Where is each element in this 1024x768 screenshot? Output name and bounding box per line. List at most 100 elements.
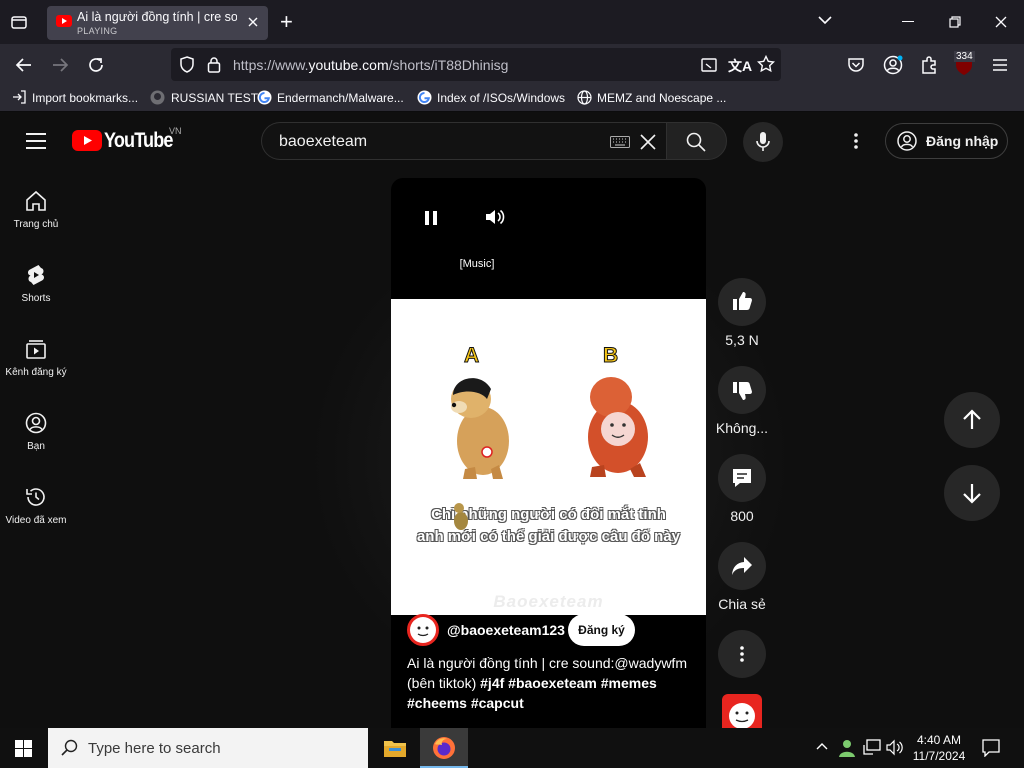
clock-time: 4:40 AM [916,733,962,747]
sidebar-item-shorts[interactable]: Shorts [0,263,72,304]
region-code: VN [169,126,182,136]
list-all-tabs-icon[interactable] [818,15,832,25]
show-hidden-icons-icon[interactable] [816,742,828,750]
history-icon [24,485,48,509]
subscriptions-icon [24,337,48,361]
taskbar-search-box[interactable]: Type here to search [48,728,368,768]
meme-label-b: B [602,344,619,368]
keyboard-icon[interactable] [610,136,630,148]
tab-overview-icon[interactable] [10,13,28,31]
comment-icon [732,468,752,488]
url-bar[interactable]: https://www.youtube.com/shorts/iT88Dhini… [171,48,781,81]
comments-button[interactable] [718,454,766,502]
sound-thumbnail[interactable] [722,694,762,728]
sidebar-item-home[interactable]: Trang chủ [0,189,72,230]
google-icon [417,90,432,105]
sidebar-item-label: Video đã xem [5,515,67,526]
search-button[interactable] [666,122,727,160]
next-short-button[interactable] [944,465,1000,521]
clock-date: 11/7/2024 [912,749,966,763]
search-icon [686,132,706,152]
restore-icon[interactable] [949,16,961,28]
guide-menu-icon[interactable] [26,133,46,149]
video-frame: A B Chỉ những người có đôi mắt tinh anh … [391,299,706,615]
tab-youtube-short[interactable]: Ai là người đồng tính | cre sound:@wadyw… [47,6,268,40]
account-icon[interactable] [883,55,903,75]
share-label: Chia sẻ [718,596,766,612]
google-icon [257,90,272,105]
reader-view-icon[interactable] [701,57,717,73]
back-icon[interactable] [15,56,33,74]
more-actions-button[interactable] [718,630,766,678]
firefox-taskbar-button[interactable] [420,728,468,768]
notifications-icon[interactable] [982,739,1000,757]
previous-short-button[interactable] [944,392,1000,448]
reload-icon[interactable] [87,56,105,74]
sidebar-item-label: Bạn [27,441,45,452]
pause-icon[interactable] [424,210,438,226]
browser-tab-bar: Ai là người đồng tính | cre sound:@wadyw… [0,0,1024,44]
lock-icon[interactable] [207,56,221,73]
clear-search-icon[interactable] [639,133,657,151]
sidebar-item-you[interactable]: Bạn [0,411,72,452]
sidebar-item-subscriptions[interactable]: Kênh đăng ký [0,337,72,378]
bookmark-import[interactable]: Import bookmarks... [12,90,138,105]
channel-name[interactable]: @baoexeteam123 [447,622,565,638]
like-count: 5,3 N [725,332,759,348]
search-icon [61,739,78,756]
youtube-favicon-icon [56,15,72,27]
sign-in-button[interactable]: Đăng nhập [885,123,1008,159]
microphone-icon [756,132,770,152]
user-status-icon[interactable] [838,738,856,758]
extensions-icon[interactable] [920,55,938,75]
video-caption: [Music] [459,258,495,270]
tracking-protection-icon[interactable] [179,56,195,73]
share-button[interactable] [718,542,766,590]
shorts-player[interactable]: [Music] A B Chỉ những người có đôi mắt t… [391,178,706,728]
tab-close-icon[interactable] [247,16,259,28]
network-icon[interactable] [863,739,881,756]
forward-icon[interactable] [51,56,69,74]
bookmark-star-icon[interactable] [757,55,775,73]
windows-taskbar: Type here to search 4:40 AM 11/7/2024 [0,728,1024,768]
bookmark-endermanch[interactable]: Endermanch/Malware... [257,90,404,105]
arrow-up-icon [961,409,983,431]
subscribe-button[interactable]: Đăng ký [568,614,635,646]
like-button[interactable] [718,278,766,326]
search-box[interactable]: baoexeteam [261,122,666,160]
search-input[interactable]: baoexeteam [279,133,367,151]
voice-search-button[interactable] [743,122,783,162]
channel-avatar[interactable] [407,614,439,646]
ublock-count-badge: 334 [954,51,975,62]
tab-playing-status: PLAYING [77,26,118,36]
settings-more-icon[interactable] [854,133,858,149]
app-menu-icon[interactable] [992,58,1008,72]
short-description[interactable]: Ai là người đồng tính | cre sound:@wadyw… [407,653,697,713]
bookmark-russian-test[interactable]: RUSSIAN TEST [150,90,258,105]
volume-icon[interactable] [485,208,505,226]
share-icon [731,556,753,576]
pocket-icon[interactable] [847,56,865,74]
volume-tray-icon[interactable] [886,739,904,756]
bookmark-memz[interactable]: MEMZ and Noescape ... [577,90,726,105]
video-subtitle-line2: anh mới có thể giải được câu đố này [416,528,681,545]
dislike-button[interactable] [718,366,766,414]
window-close-icon[interactable] [995,16,1007,28]
bookmarks-toolbar: Import bookmarks... RUSSIAN TEST Enderma… [0,86,1024,112]
bookmark-index-isos[interactable]: Index of /ISOs/Windows [417,90,565,105]
windows-start-icon[interactable] [15,740,32,757]
file-explorer-icon[interactable] [383,737,407,759]
video-subtitle-line1: Chỉ những người có đôi mắt tinh [431,506,666,523]
sidebar-item-history[interactable]: Video đã xem [0,485,72,526]
youtube-masthead: YouTube VN baoexeteam Đăng nhập [0,112,1024,169]
meme-label-a: A [463,344,480,368]
translate-icon[interactable]: 文A [728,56,752,76]
new-tab-button[interactable]: + [280,11,293,33]
url-text[interactable]: https://www.youtube.com/shorts/iT88Dhini… [233,57,508,73]
arrow-down-icon [961,482,983,504]
you-icon [24,411,48,435]
youtube-logo[interactable] [72,130,102,151]
minimize-icon[interactable] [902,21,914,22]
mini-cheems-image [451,501,471,531]
system-clock[interactable]: 4:40 AM 11/7/2024 [906,732,972,764]
